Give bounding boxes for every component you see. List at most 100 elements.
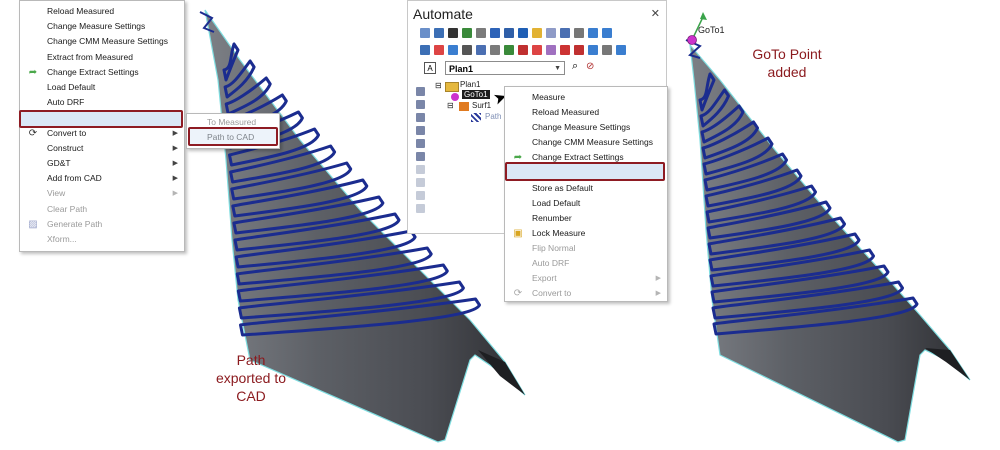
menu-item-change-measure-settings[interactable]: Change Measure Settings: [505, 120, 667, 135]
close-icon[interactable]: ✕: [651, 7, 660, 20]
vertical-tool-icon[interactable]: [416, 191, 425, 200]
menu-item-label: Lock Measure: [532, 227, 586, 238]
panel-title: Automate: [413, 6, 473, 22]
toolbar-tool-icon[interactable]: [490, 45, 500, 55]
menu-item-construct[interactable]: Construct ▶: [20, 141, 184, 156]
toolbar-tool-icon[interactable]: [462, 28, 472, 38]
menu-item-extract-from-measured[interactable]: Extract from Measured: [20, 50, 184, 65]
menu-item-change-cmm-measure-settings[interactable]: Change CMM Measure Settings: [505, 135, 667, 150]
menu-item-label: Convert to: [532, 288, 572, 299]
plan-icon[interactable]: A: [424, 62, 436, 74]
menu-item-label: Change Extract Settings: [532, 152, 624, 163]
toolbar-tool-icon[interactable]: [574, 28, 584, 38]
menu-item-label: Reload Measured: [47, 6, 115, 16]
menu-item-change-extract-settings[interactable]: ➦ Change Extract Settings: [20, 65, 184, 80]
menu-item-renumber[interactable]: Renumber: [505, 211, 667, 226]
menu-item-label: GD&T: [47, 158, 71, 168]
toolbar-tool-icon[interactable]: [420, 45, 430, 55]
vertical-tool-icon[interactable]: [416, 126, 425, 135]
menu-item-store-as-default[interactable]: Store as Default: [505, 181, 667, 196]
toolbar-tool-icon[interactable]: [504, 28, 514, 38]
menu-item-lock-measure[interactable]: ▣ Lock Measure: [505, 226, 667, 241]
toolbar-tool-icon[interactable]: [602, 28, 612, 38]
menu-item-reload-measured[interactable]: Reload Measured: [20, 4, 184, 19]
toolbar-tool-icon[interactable]: [518, 28, 528, 38]
menu-item-label: Construct: [47, 142, 84, 153]
menu-item-auto-drf[interactable]: Auto DRF: [20, 95, 184, 110]
menu-item-label: Flip Normal: [532, 243, 576, 253]
tree-expander[interactable]: ⊟: [435, 81, 442, 90]
toolbar-tool-icon[interactable]: [560, 28, 570, 38]
goto-added-note: GoTo Point added: [732, 45, 842, 81]
toolbar-tool-icon[interactable]: [602, 45, 612, 55]
plan-select-value: Plan1: [449, 64, 474, 74]
path-exported-note: Path exported to CAD: [196, 351, 306, 405]
toolbar-tool-icon[interactable]: [504, 45, 514, 55]
toolbar-tool-icon[interactable]: [434, 45, 444, 55]
folder-icon: [445, 82, 459, 92]
goto-point-marker: [687, 35, 697, 45]
toolbar-tool-icon[interactable]: [588, 45, 598, 55]
toolbar-tool-icon[interactable]: [476, 28, 486, 38]
vertical-tool-icon[interactable]: [416, 113, 425, 122]
menu-item-view: View ▶: [20, 186, 184, 201]
toolbar-tool-icon[interactable]: [462, 45, 472, 55]
toolbar-tool-icon[interactable]: [518, 45, 528, 55]
menu-item-generate-path: ▨ Generate Path: [20, 217, 184, 232]
toolbar-tool-icon[interactable]: [546, 28, 556, 38]
menu-item-label: Auto DRF: [532, 258, 570, 269]
tree-item-plan[interactable]: Plan1: [460, 80, 480, 89]
tree-expander[interactable]: ⊟: [447, 101, 454, 110]
toolbar-tool-icon[interactable]: [448, 45, 458, 55]
convert-icon: ⟳: [513, 288, 523, 300]
menu-item-auto-drf: Auto DRF: [505, 256, 667, 271]
vertical-tool-icon[interactable]: [416, 100, 425, 109]
tree-item-surf[interactable]: Surf1: [472, 101, 491, 110]
toolbar-tool-icon[interactable]: [532, 28, 542, 38]
menu-item-load-default[interactable]: Load Default: [505, 196, 667, 211]
vertical-tool-icon[interactable]: [416, 152, 425, 161]
toolbar-tool-icon[interactable]: [560, 45, 570, 55]
vertical-tool-icon[interactable]: [416, 204, 425, 213]
path-to-cad-highlight: [188, 127, 278, 146]
menu-item-label: Auto DRF: [47, 97, 85, 108]
filter-icon[interactable]: ⊘: [586, 61, 594, 72]
toolbar-tool-icon[interactable]: [574, 45, 584, 55]
toolbar-tool-icon[interactable]: [434, 28, 444, 38]
menu-item-clear-path: Clear Path: [20, 202, 184, 217]
export-highlight: [19, 110, 183, 128]
submenu-arrow-icon: ▶: [655, 275, 661, 283]
toolbar-tool-icon[interactable]: [546, 45, 556, 55]
tree-item-goto[interactable]: GoTo1: [462, 90, 490, 99]
tree-item-path[interactable]: Path: [485, 112, 501, 121]
menu-item-add-from-cad[interactable]: Add from CAD ▶: [20, 171, 184, 186]
vertical-tool-icon[interactable]: [416, 165, 425, 174]
search-icon[interactable]: ⌕: [572, 60, 578, 73]
toolbar-tool-icon[interactable]: [616, 45, 626, 55]
menu-item-change-measure-settings[interactable]: Change Measure Settings: [20, 19, 184, 34]
submenu-label: To Measured: [207, 117, 257, 127]
vertical-tool-icon[interactable]: [416, 178, 425, 187]
menu-item-change-cmm-measure-settings[interactable]: Change CMM Measure Settings: [20, 34, 184, 49]
toolbar-tool-icon[interactable]: [476, 45, 486, 55]
menu-item-label: Change Measure Settings: [532, 122, 631, 133]
menu-item-reload-measured[interactable]: Reload Measured: [505, 105, 667, 120]
menu-item-gd-t[interactable]: GD&T ▶: [20, 156, 184, 171]
vertical-tool-icon[interactable]: [416, 87, 425, 96]
chevron-down-icon: ▼: [554, 65, 561, 72]
menu-item-label: Measure: [532, 92, 566, 102]
toolbar-tool-icon[interactable]: [448, 28, 458, 38]
toolbar-tool-icon[interactable]: [490, 28, 500, 38]
goto-tree-icon: [451, 93, 459, 101]
menu-item-measure[interactable]: Measure: [505, 90, 667, 105]
plan-select[interactable]: Plan1 ▼: [445, 61, 565, 75]
toolbar-tool-icon[interactable]: [532, 45, 542, 55]
menu-item-label: Change Extract Settings: [47, 66, 139, 77]
menu-item-load-default[interactable]: Load Default: [20, 80, 184, 95]
menu-item-label: View: [47, 188, 66, 199]
vertical-tool-icon[interactable]: [416, 139, 425, 148]
path-tree-icon: [471, 113, 481, 122]
toolbar-tool-icon[interactable]: [588, 28, 598, 38]
submenu-arrow-icon: ▶: [172, 160, 178, 167]
toolbar-tool-icon[interactable]: [420, 28, 430, 38]
